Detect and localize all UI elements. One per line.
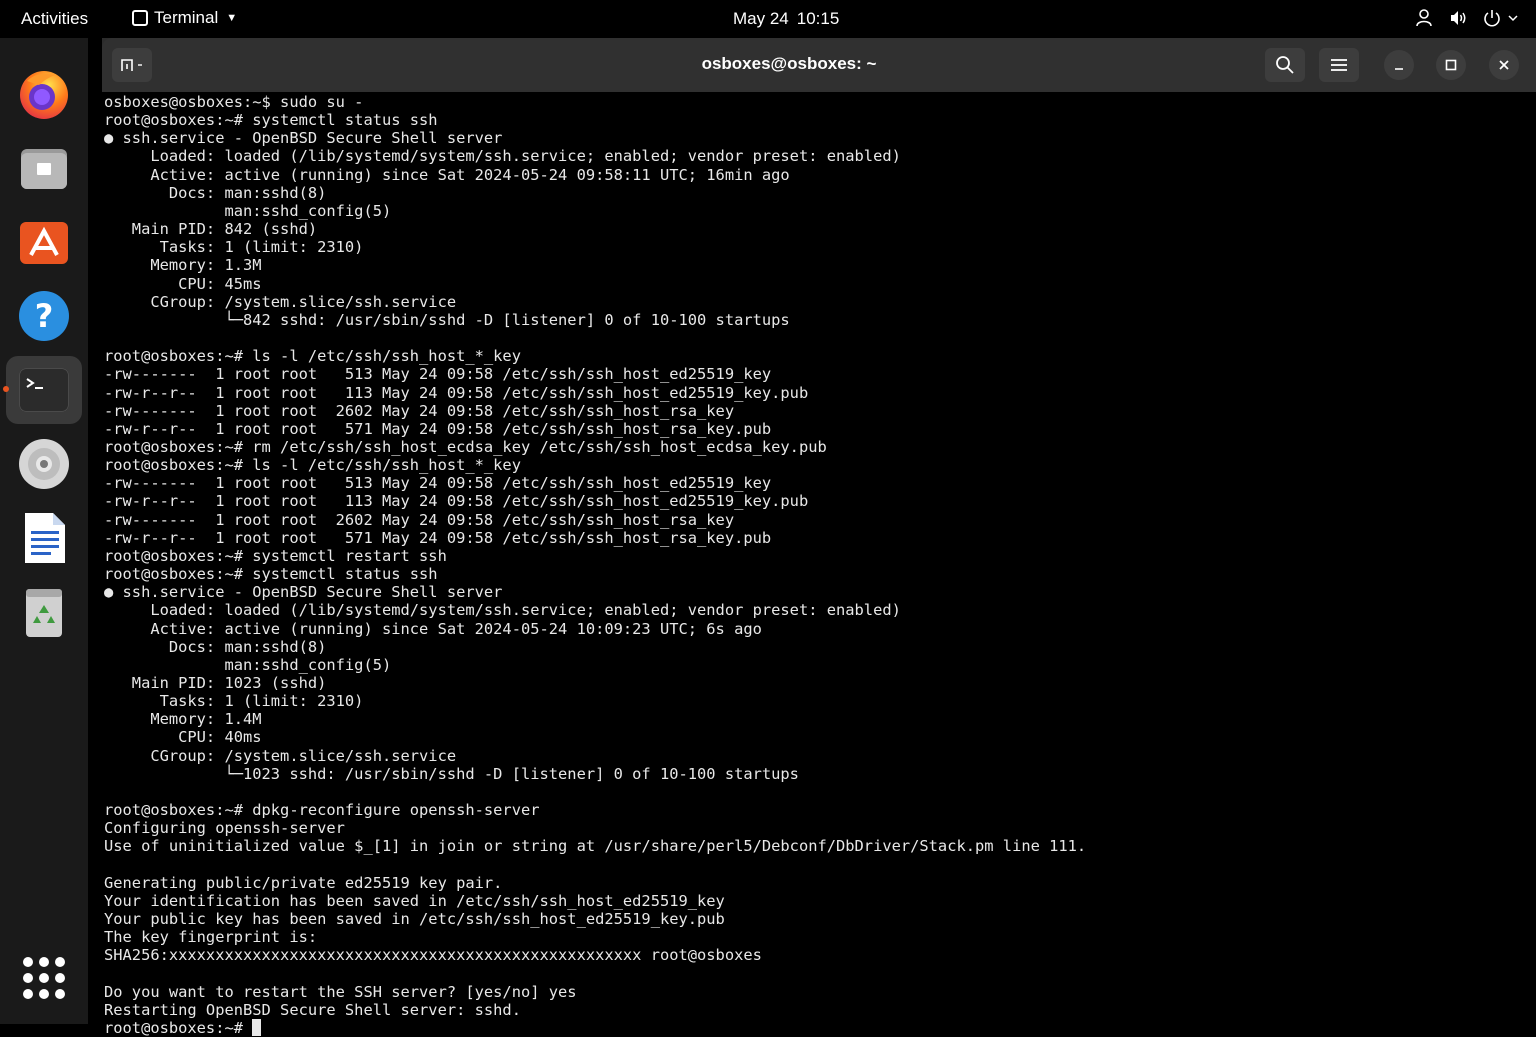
close-icon xyxy=(1499,60,1509,70)
dock-item-help[interactable]: ? xyxy=(6,282,82,350)
terminal-line: root@osboxes:~# systemctl restart ssh xyxy=(104,546,447,565)
svg-text:?: ? xyxy=(35,297,54,335)
terminal-line: man:sshd_config(5) xyxy=(104,201,392,220)
terminal-line: Docs: man:sshd(8) xyxy=(104,637,327,656)
maximize-button[interactable] xyxy=(1436,50,1466,80)
minimize-icon xyxy=(1395,68,1403,70)
dock: ? xyxy=(0,38,88,1024)
terminal-line: root@osboxes:~# systemctl status ssh xyxy=(104,565,438,584)
user-icon[interactable] xyxy=(1414,8,1434,28)
terminal-line: root@osboxes:~# ls -l /etc/ssh/ssh_host_… xyxy=(104,347,521,366)
terminal-cursor xyxy=(252,1018,262,1036)
terminal-window: osboxes@osboxes: ~ osboxes@osboxes:~$ su… xyxy=(102,38,1536,1037)
terminal-line: Docs: man:sshd(8) xyxy=(104,183,327,202)
terminal-line: Memory: 1.3M xyxy=(104,256,262,275)
terminal-app-icon xyxy=(132,10,148,26)
terminal-line: -rw-r--r-- 1 root root 571 May 24 09:58 … xyxy=(104,419,772,438)
dock-item-trash[interactable] xyxy=(6,578,82,646)
terminal-line: Use of uninitialized value $_[1] in join… xyxy=(104,837,1087,856)
app-center-icon xyxy=(20,222,68,264)
terminal-line: root@osboxes:~# rm /etc/ssh/ssh_host_ecd… xyxy=(104,437,827,456)
terminal-line: Memory: 1.4M xyxy=(104,710,262,729)
chevron-down-icon[interactable] xyxy=(1508,13,1518,23)
hamburger-menu-icon xyxy=(1331,59,1347,71)
terminal-line: root@osboxes:~# ls -l /etc/ssh/ssh_host_… xyxy=(104,456,521,475)
running-indicator xyxy=(3,386,9,392)
terminal-line: SHA256:xxxxxxxxxxxxxxxxxxxxxxxxxxxxxxxxx… xyxy=(104,946,762,965)
terminal-output-area[interactable]: osboxes@osboxes:~$ sudo su - root@osboxe… xyxy=(102,92,1536,1037)
minimize-button[interactable] xyxy=(1384,50,1414,80)
terminal-line: CGroup: /system.slice/ssh.service xyxy=(104,746,457,765)
terminal-line: -rw-r--r-- 1 root root 113 May 24 09:58 … xyxy=(104,383,809,402)
clock[interactable]: May 24 10:15 xyxy=(733,9,839,29)
terminal-line: The key fingerprint is: xyxy=(104,928,318,947)
activities-button[interactable]: Activities xyxy=(21,9,88,29)
dock-item-text-editor[interactable] xyxy=(6,504,82,572)
terminal-line: Main PID: 1023 (sshd) xyxy=(104,674,327,692)
terminal-line: Loaded: loaded (/lib/systemd/system/ssh.… xyxy=(104,601,901,620)
terminal-line: ● ssh.service - OpenBSD Secure Shell ser… xyxy=(104,129,503,148)
terminal-line: └─842 sshd: /usr/sbin/sshd -D [listener]… xyxy=(104,310,790,329)
app-menu-label: Terminal xyxy=(154,8,219,27)
terminal-line: root@osboxes:~# systemctl status ssh xyxy=(104,111,438,130)
terminal-line: Tasks: 1 (limit: 2310) xyxy=(104,692,364,711)
terminal-line: CGroup: /system.slice/ssh.service xyxy=(104,292,457,311)
terminal-line: Configuring openssh-server xyxy=(104,819,345,838)
terminal-line: Your public key has been saved in /etc/s… xyxy=(104,910,725,929)
files-icon xyxy=(21,149,67,189)
terminal-line: Generating public/private ed25519 key pa… xyxy=(104,873,503,892)
header-bar[interactable]: osboxes@osboxes: ~ xyxy=(102,38,1536,92)
terminal-line: -rw------- 1 root root 513 May 24 09:58 … xyxy=(104,474,772,493)
terminal-line: Active: active (running) since Sat 2024-… xyxy=(104,619,762,638)
terminal-line: -rw------- 1 root root 2602 May 24 09:58… xyxy=(104,510,735,529)
terminal-line: Restarting OpenBSD Secure Shell server: … xyxy=(104,1000,521,1019)
terminal-line: Main PID: 842 (sshd) xyxy=(104,220,318,239)
terminal-line: -rw-r--r-- 1 root root 113 May 24 09:58 … xyxy=(104,492,809,511)
terminal-line: Tasks: 1 (limit: 2310) xyxy=(104,238,364,257)
search-icon xyxy=(1276,56,1294,74)
power-icon[interactable] xyxy=(1482,8,1502,28)
chevron-down-icon: ▼ xyxy=(226,12,238,24)
terminal-line: root@osboxes:~# xyxy=(104,1018,253,1037)
dock-item-firefox[interactable] xyxy=(6,60,82,128)
clock-date: May 24 xyxy=(733,9,789,28)
firefox-icon xyxy=(20,71,68,119)
terminal-text: osboxes@osboxes:~$ sudo su - root@osboxe… xyxy=(104,93,1086,1037)
system-tray[interactable] xyxy=(1414,8,1518,28)
top-bar: Activities Terminal ▼ May 24 10:15 xyxy=(0,0,1536,38)
terminal-line: CPU: 45ms xyxy=(104,274,262,293)
show-apps-icon xyxy=(23,957,65,999)
help-icon: ? xyxy=(19,291,69,341)
terminal-line: Loaded: loaded (/lib/systemd/system/ssh.… xyxy=(104,147,901,166)
terminal-line: -rw-r--r-- 1 root root 571 May 24 09:58 … xyxy=(104,528,772,547)
close-button[interactable] xyxy=(1489,50,1519,80)
dock-item-show-apps[interactable] xyxy=(6,944,82,1012)
terminal-line: osboxes@osboxes:~$ sudo su - xyxy=(104,93,364,111)
disc-icon xyxy=(19,439,69,489)
terminal-line: -rw------- 1 root root 2602 May 24 09:58… xyxy=(104,401,735,420)
terminal-line: Your identification has been saved in /e… xyxy=(104,891,725,910)
search-button[interactable] xyxy=(1265,48,1305,82)
terminal-line: Active: active (running) since Sat 2024-… xyxy=(104,165,790,184)
terminal-line: └─1023 sshd: /usr/sbin/sshd -D [listener… xyxy=(104,764,799,783)
dock-item-files[interactable] xyxy=(6,134,82,202)
clock-time: 10:15 xyxy=(796,9,840,28)
trash-icon xyxy=(26,589,62,637)
app-menu[interactable]: Terminal ▼ xyxy=(132,8,237,28)
terminal-line: root@osboxes:~# dpkg-reconfigure openssh… xyxy=(104,801,540,820)
terminal-line: man:sshd_config(5) xyxy=(104,655,392,674)
terminal-icon xyxy=(19,368,69,412)
terminal-line: Do you want to restart the SSH server? [… xyxy=(104,982,577,1001)
menu-button[interactable] xyxy=(1319,48,1359,82)
terminal-line: -rw------- 1 root root 513 May 24 09:58 … xyxy=(104,365,772,384)
terminal-line: ● ssh.service - OpenBSD Secure Shell ser… xyxy=(104,583,503,602)
dock-item-disc[interactable] xyxy=(6,430,82,498)
volume-icon[interactable] xyxy=(1448,8,1468,28)
maximize-icon xyxy=(1445,59,1457,71)
terminal-line: CPU: 40ms xyxy=(104,728,262,747)
dock-item-app-center[interactable] xyxy=(6,208,82,276)
dock-item-terminal[interactable] xyxy=(3,356,82,424)
text-editor-icon xyxy=(25,513,65,563)
